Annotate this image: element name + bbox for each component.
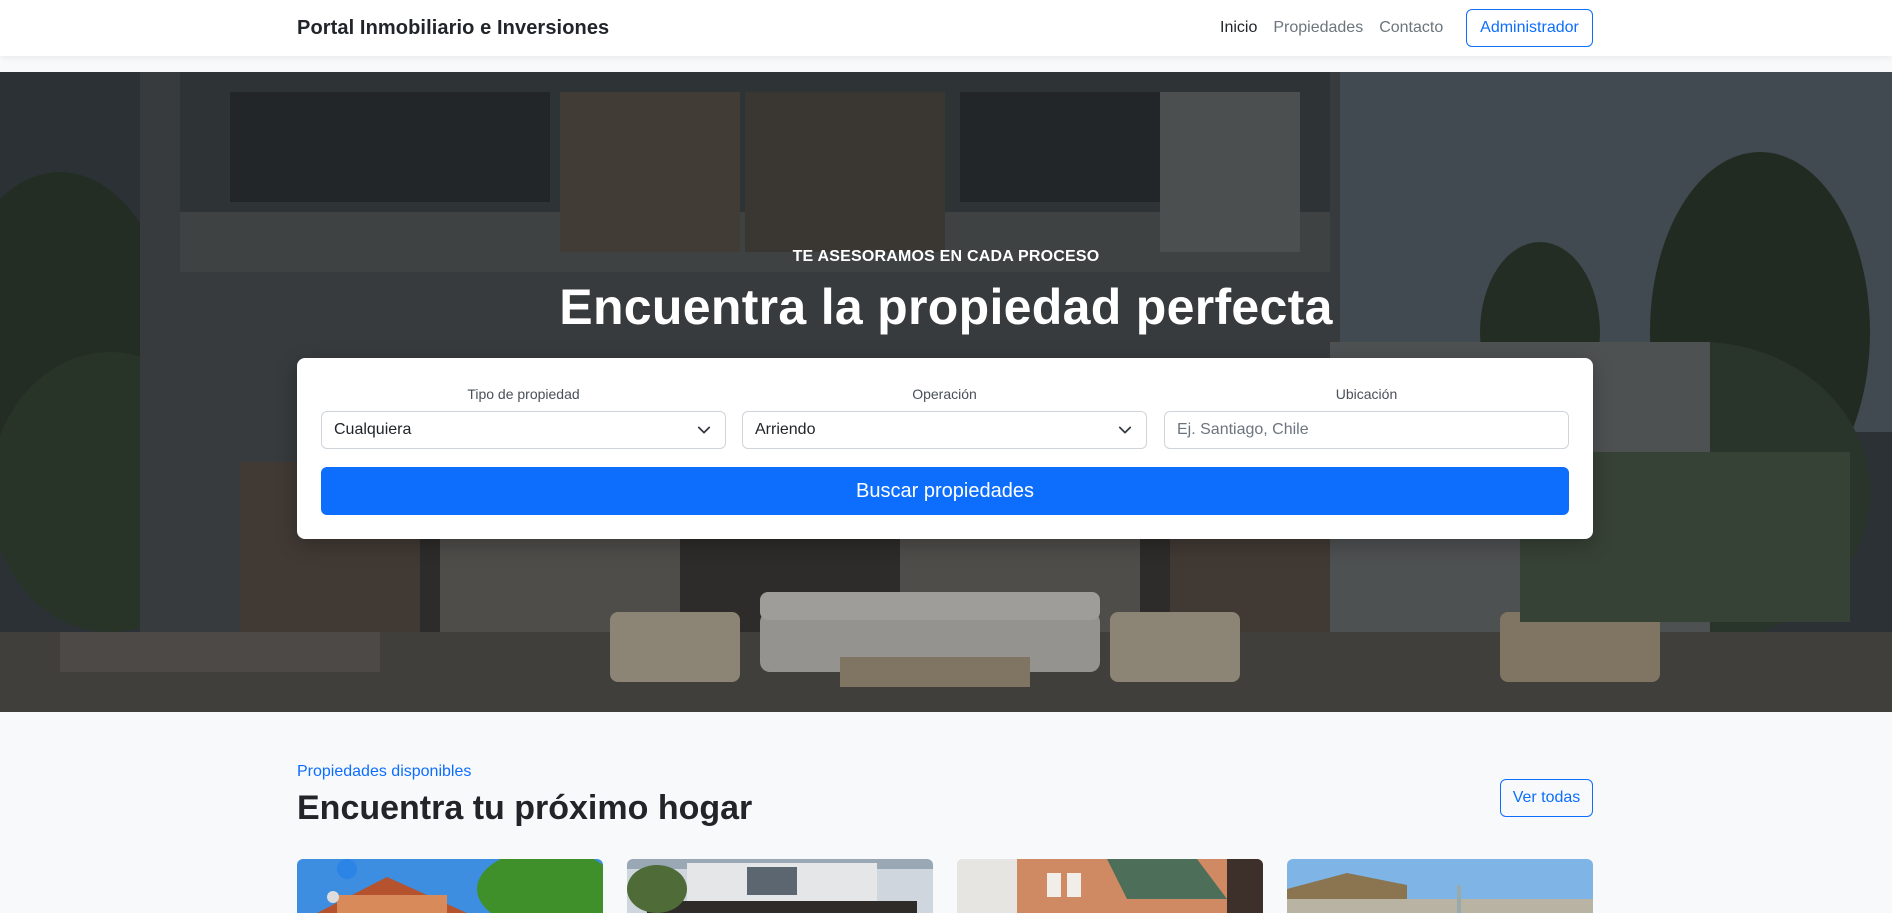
property-card-image[interactable] bbox=[627, 859, 933, 913]
brand-logo-text[interactable]: Portal Inmobiliario e Inversiones bbox=[297, 17, 609, 40]
property-photo bbox=[627, 859, 933, 913]
property-type-label: Tipo de propiedad bbox=[467, 386, 580, 402]
hero-title: Encuentra la propiedad perfecta bbox=[559, 279, 1333, 335]
operation-field: Operación Arriendo bbox=[742, 386, 1147, 449]
property-card-image[interactable] bbox=[1287, 859, 1593, 913]
property-photo bbox=[297, 859, 603, 913]
search-form: Tipo de propiedad Cualquiera Operación A… bbox=[297, 358, 1593, 539]
operation-value: Arriendo bbox=[755, 421, 816, 438]
operation-label: Operación bbox=[912, 386, 977, 402]
location-input[interactable]: Ej. Santiago, Chile bbox=[1164, 411, 1569, 449]
property-photo bbox=[1287, 859, 1593, 913]
location-field: Ubicación Ej. Santiago, Chile bbox=[1164, 386, 1569, 449]
property-photo bbox=[957, 859, 1263, 913]
admin-button[interactable]: Administrador bbox=[1466, 9, 1593, 47]
property-cards bbox=[297, 859, 1593, 913]
nav-link-propiedades[interactable]: Propiedades bbox=[1273, 19, 1363, 37]
search-button[interactable]: Buscar propiedades bbox=[321, 467, 1569, 515]
listings-eyebrow: Propiedades disponibles bbox=[297, 763, 472, 780]
nav-link-inicio[interactable]: Inicio bbox=[1220, 19, 1257, 37]
property-type-value: Cualquiera bbox=[334, 421, 412, 438]
hero-eyebrow: TE ASESORAMOS EN CADA PROCESO bbox=[792, 248, 1100, 265]
main-nav: Inicio Propiedades Contacto bbox=[1220, 19, 1443, 37]
property-type-field: Tipo de propiedad Cualquiera bbox=[321, 386, 726, 449]
view-all-button[interactable]: Ver todas bbox=[1500, 779, 1593, 817]
navbar: Portal Inmobiliario e Inversiones Inicio… bbox=[0, 0, 1892, 56]
chevron-down-icon bbox=[1118, 426, 1132, 434]
listings-title: Encuentra tu próximo hogar bbox=[297, 789, 753, 827]
location-placeholder: Ej. Santiago, Chile bbox=[1177, 421, 1309, 438]
location-label: Ubicación bbox=[1335, 386, 1398, 402]
nav-link-contacto[interactable]: Contacto bbox=[1379, 19, 1443, 37]
operation-select[interactable]: Arriendo bbox=[742, 411, 1147, 449]
property-card-image[interactable] bbox=[957, 859, 1263, 913]
property-card-image[interactable] bbox=[297, 859, 603, 913]
chevron-down-icon bbox=[697, 426, 711, 434]
property-type-select[interactable]: Cualquiera bbox=[321, 411, 726, 449]
